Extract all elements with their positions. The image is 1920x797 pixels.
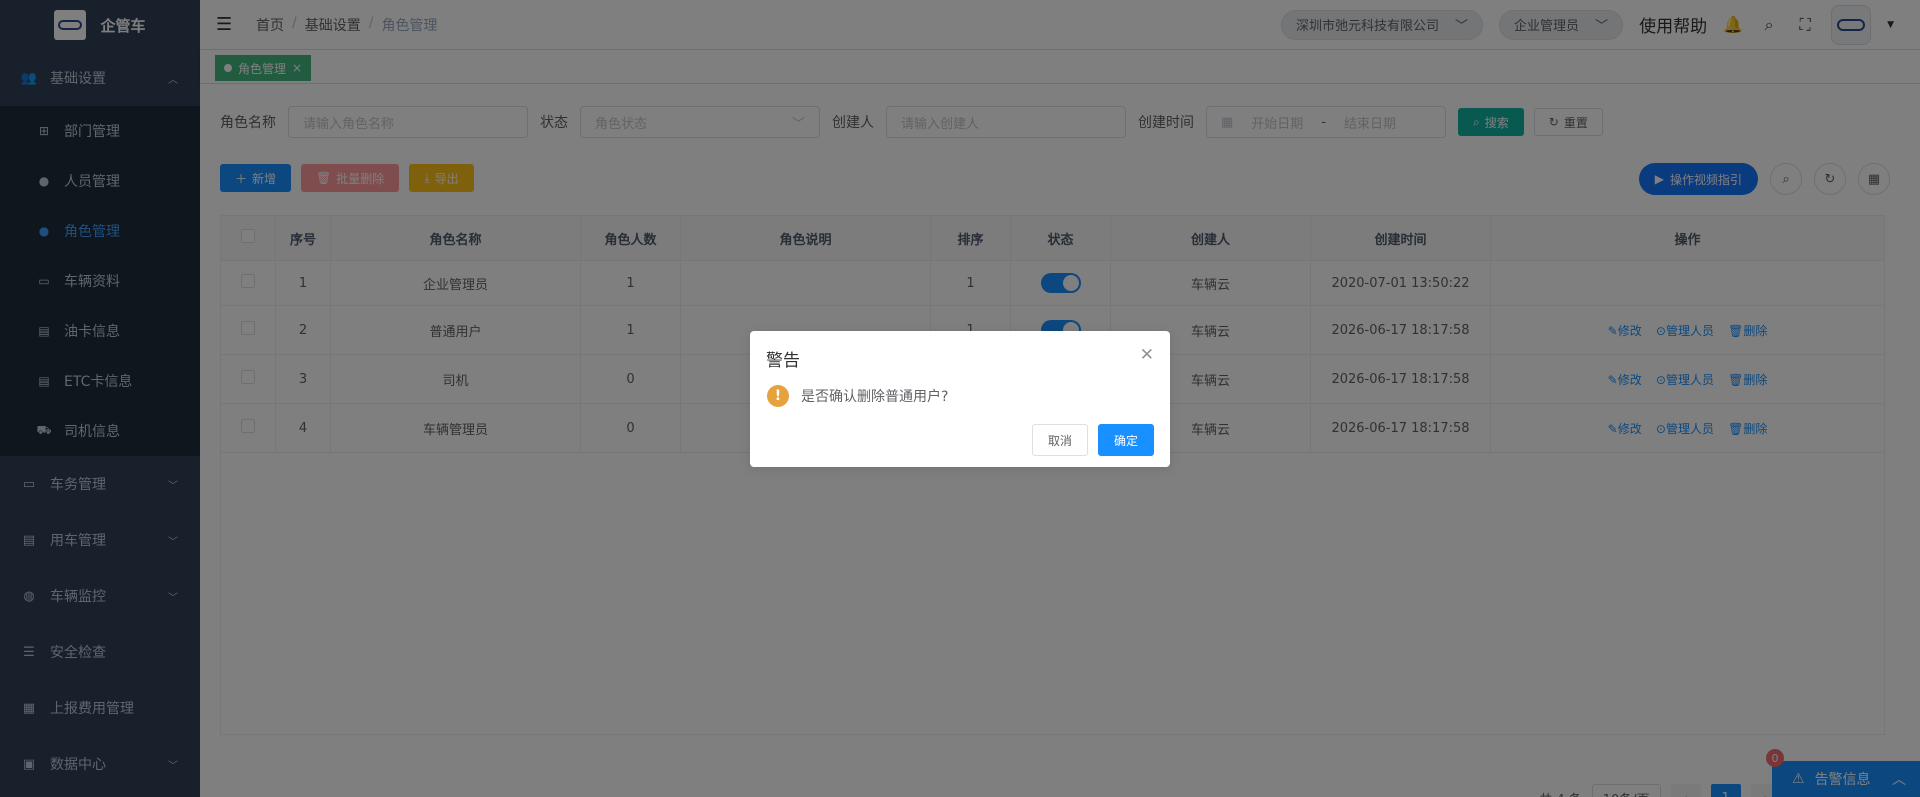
dialog-title: 警告 xyxy=(766,351,800,371)
dialog-message: 是否确认删除普通用户? xyxy=(801,389,949,405)
close-icon[interactable]: ✕ xyxy=(1140,345,1154,365)
confirm-dialog: 警告 ✕ ! 是否确认删除普通用户? 取消 确定 xyxy=(750,331,1170,467)
dialog-body: ! 是否确认删除普通用户? xyxy=(767,385,948,407)
dialog-buttons: 取消 确定 xyxy=(1031,424,1154,456)
warning-icon: ! xyxy=(767,385,789,407)
cancel-button[interactable]: 取消 xyxy=(1031,424,1088,456)
confirm-button[interactable]: 确定 xyxy=(1097,424,1154,456)
